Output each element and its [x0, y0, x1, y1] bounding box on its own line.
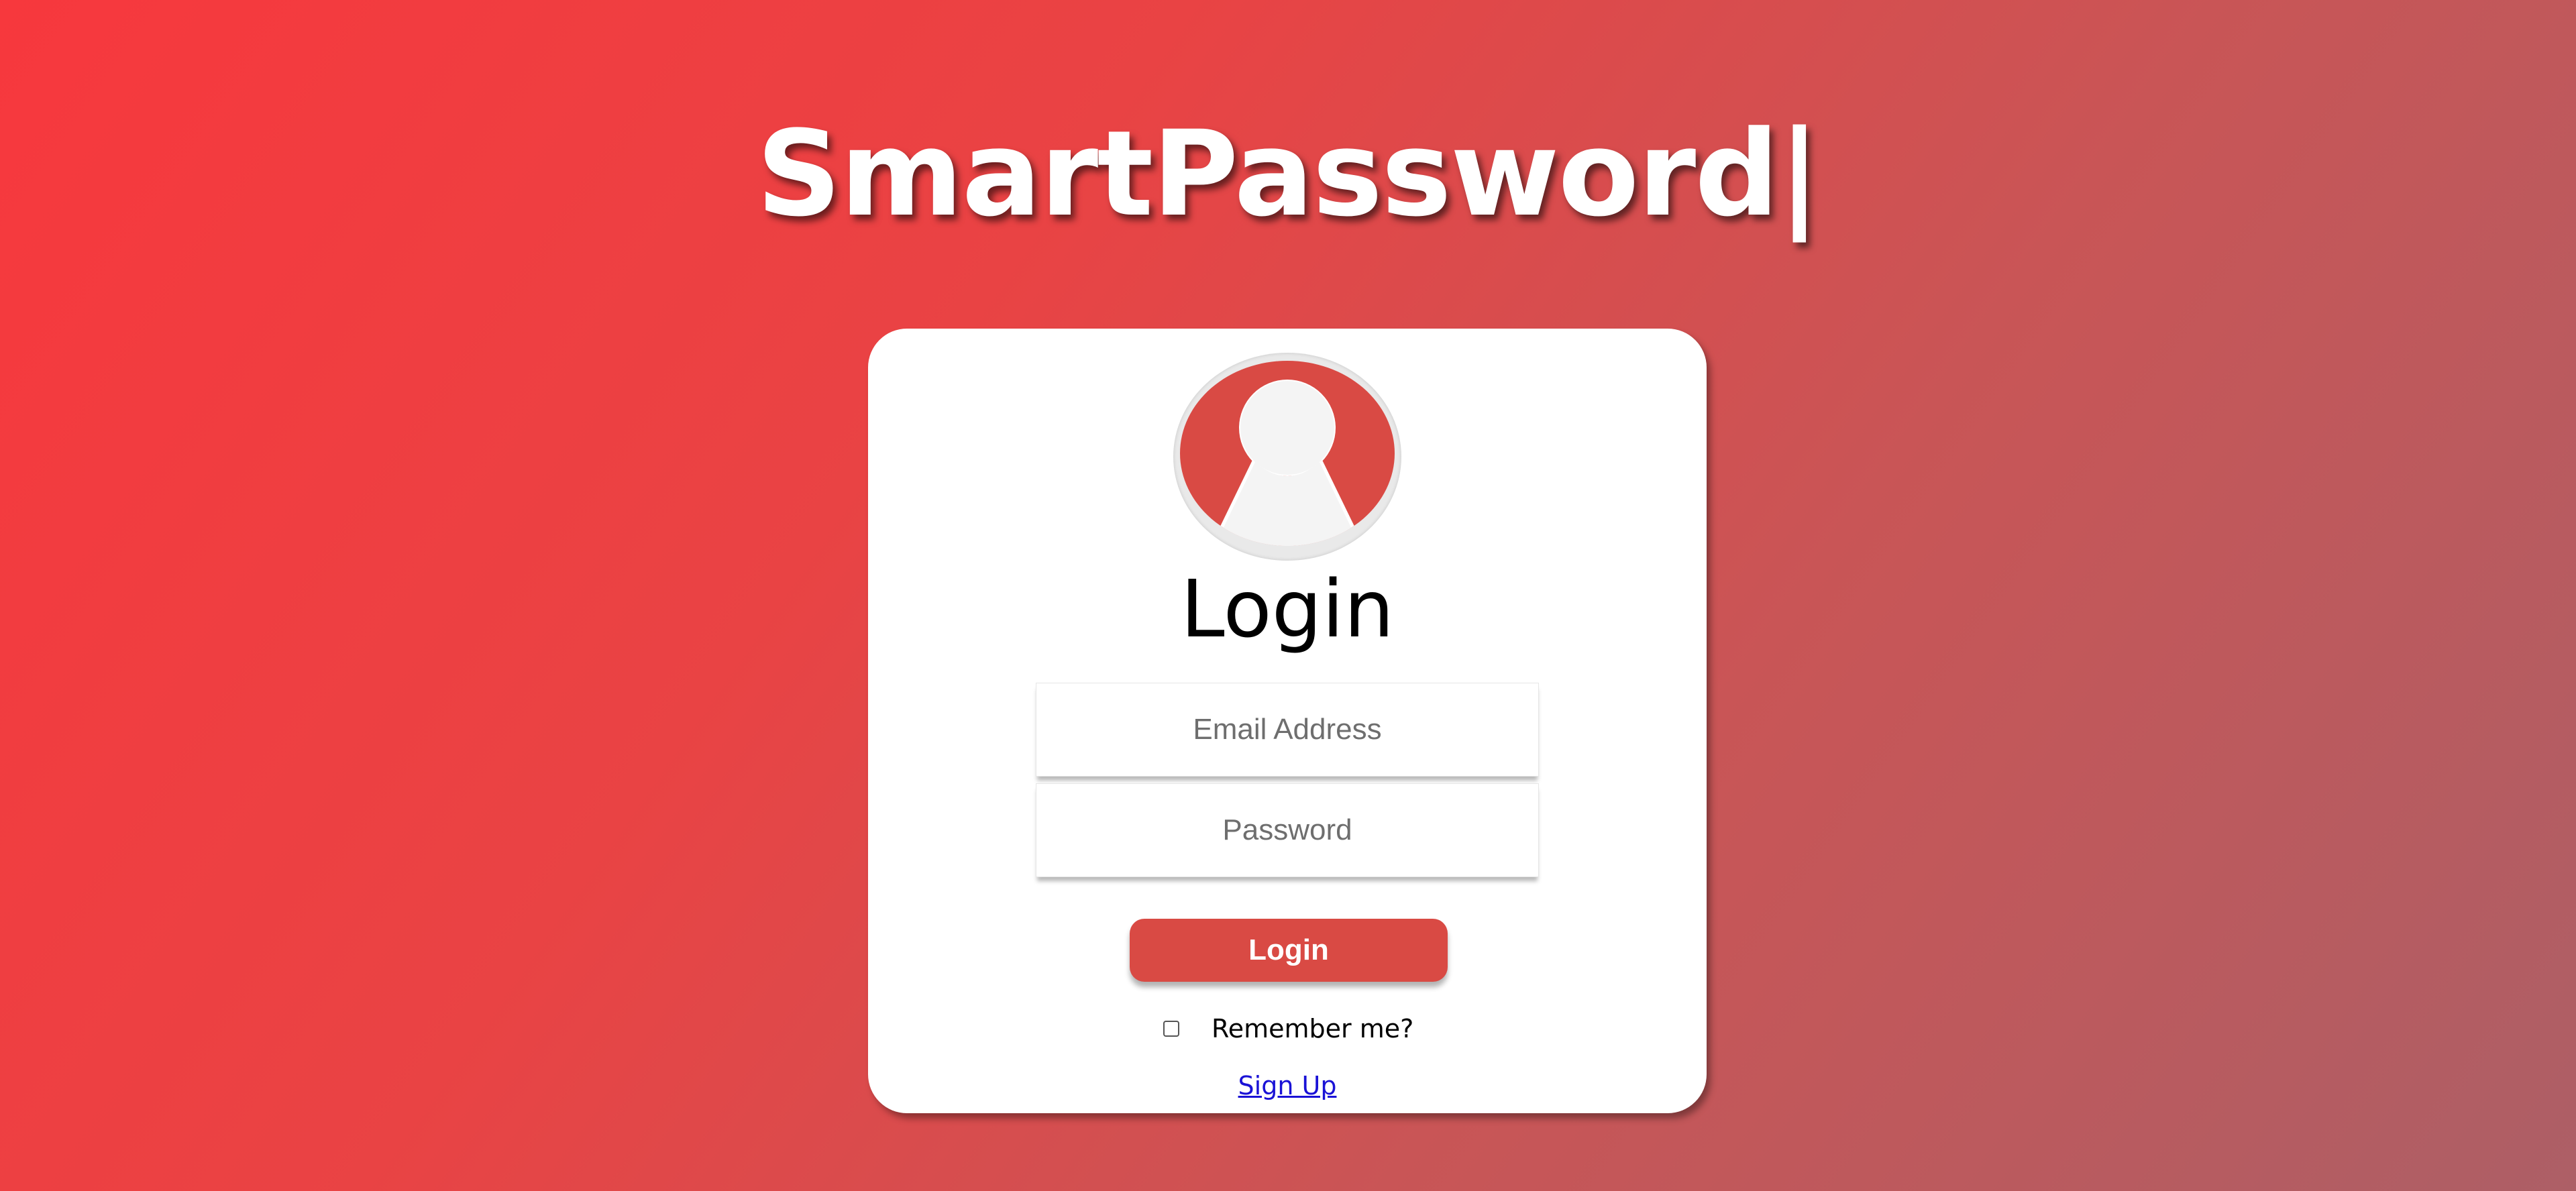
login-button[interactable]: Login	[1130, 919, 1448, 982]
user-avatar-icon	[1173, 353, 1401, 561]
app-title-text: SmartPassword	[756, 105, 1780, 243]
remember-me-row: Remember me?	[1163, 1009, 1413, 1049]
remember-me-label: Remember me?	[1212, 1014, 1414, 1043]
password-field[interactable]	[1036, 783, 1539, 877]
login-card: Login Login Remember me? Sign Up	[868, 329, 1707, 1113]
app-title: SmartPassword|	[0, 94, 2576, 255]
email-field[interactable]	[1036, 683, 1539, 777]
remember-me-checkbox[interactable]	[1163, 1021, 1179, 1037]
typing-cursor: |	[1778, 105, 1821, 243]
sign-up-link[interactable]: Sign Up	[868, 1069, 1707, 1102]
login-heading: Login	[1180, 563, 1395, 655]
